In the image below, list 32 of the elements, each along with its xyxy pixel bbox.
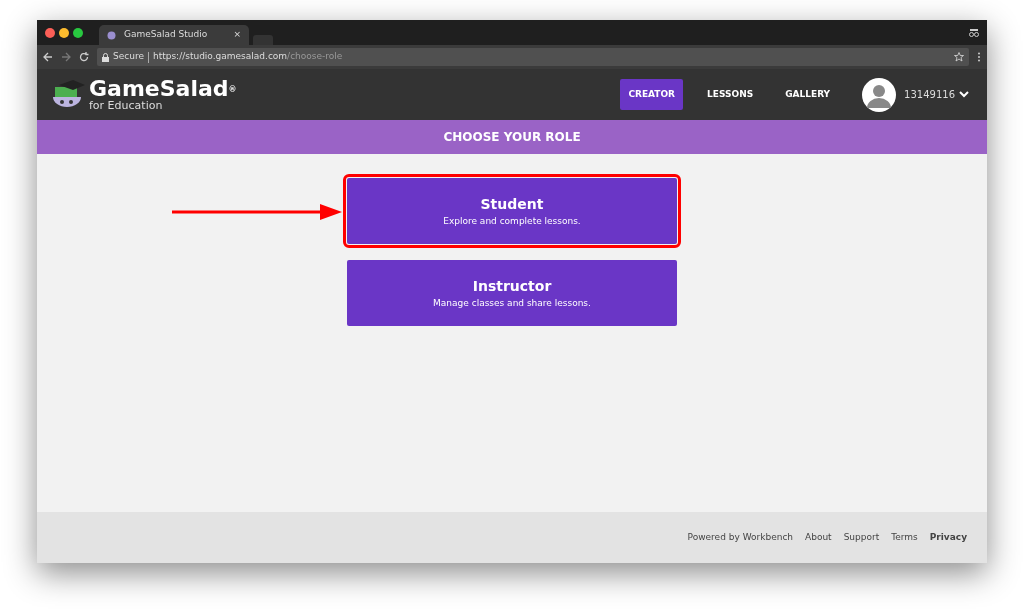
- logo-subtitle: for Education: [89, 100, 164, 111]
- footer-link[interactable]: Privacy: [929, 530, 967, 545]
- avatar-icon[interactable]: [862, 77, 897, 112]
- address-bar[interactable]: Secure https://studio.gamesalad.com/choose-role: [97, 48, 969, 66]
- logo-title: GameSalad$^{®}$: [89, 78, 237, 100]
- url-text: https://studio.gamesalad.com/choose-role: [152, 50, 343, 64]
- star-icon[interactable]: [954, 52, 964, 62]
- menu-icon[interactable]: [977, 52, 981, 62]
- nav-tab[interactable]: GALLERY: [777, 78, 839, 111]
- footer-link[interactable]: About: [805, 530, 832, 545]
- footer-link[interactable]: Support: [843, 530, 880, 545]
- favicon-icon: [107, 30, 116, 40]
- reload-icon[interactable]: [79, 52, 89, 62]
- role-button[interactable]: Instructor Manage classes and share lessons.: [347, 260, 677, 326]
- lock-icon: [102, 52, 109, 62]
- forward-icon[interactable]: [61, 52, 71, 62]
- incognito-icon: [969, 28, 979, 37]
- tab-close-button[interactable]: ×: [233, 28, 241, 42]
- chevron-down-icon[interactable]: [959, 91, 969, 98]
- footer-link[interactable]: Terms: [891, 530, 918, 545]
- browser-tab[interactable]: GameSalad Studio ×: [99, 25, 249, 45]
- security-label: Secure: [113, 50, 144, 64]
- maximize-window-icon[interactable]: [73, 27, 83, 38]
- page-title: CHOOSE YOUR ROLE: [443, 129, 581, 146]
- minimize-window-icon[interactable]: [59, 27, 69, 38]
- tab-title: GameSalad Studio: [124, 28, 209, 42]
- nav-tab[interactable]: CREATOR: [620, 78, 684, 111]
- back-icon[interactable]: [43, 52, 53, 62]
- nav-tab[interactable]: LESSONS: [699, 78, 762, 111]
- username-label[interactable]: 13149116: [904, 87, 955, 102]
- close-window-icon[interactable]: [45, 27, 55, 38]
- footer-link[interactable]: Powered by Workbench: [687, 530, 794, 545]
